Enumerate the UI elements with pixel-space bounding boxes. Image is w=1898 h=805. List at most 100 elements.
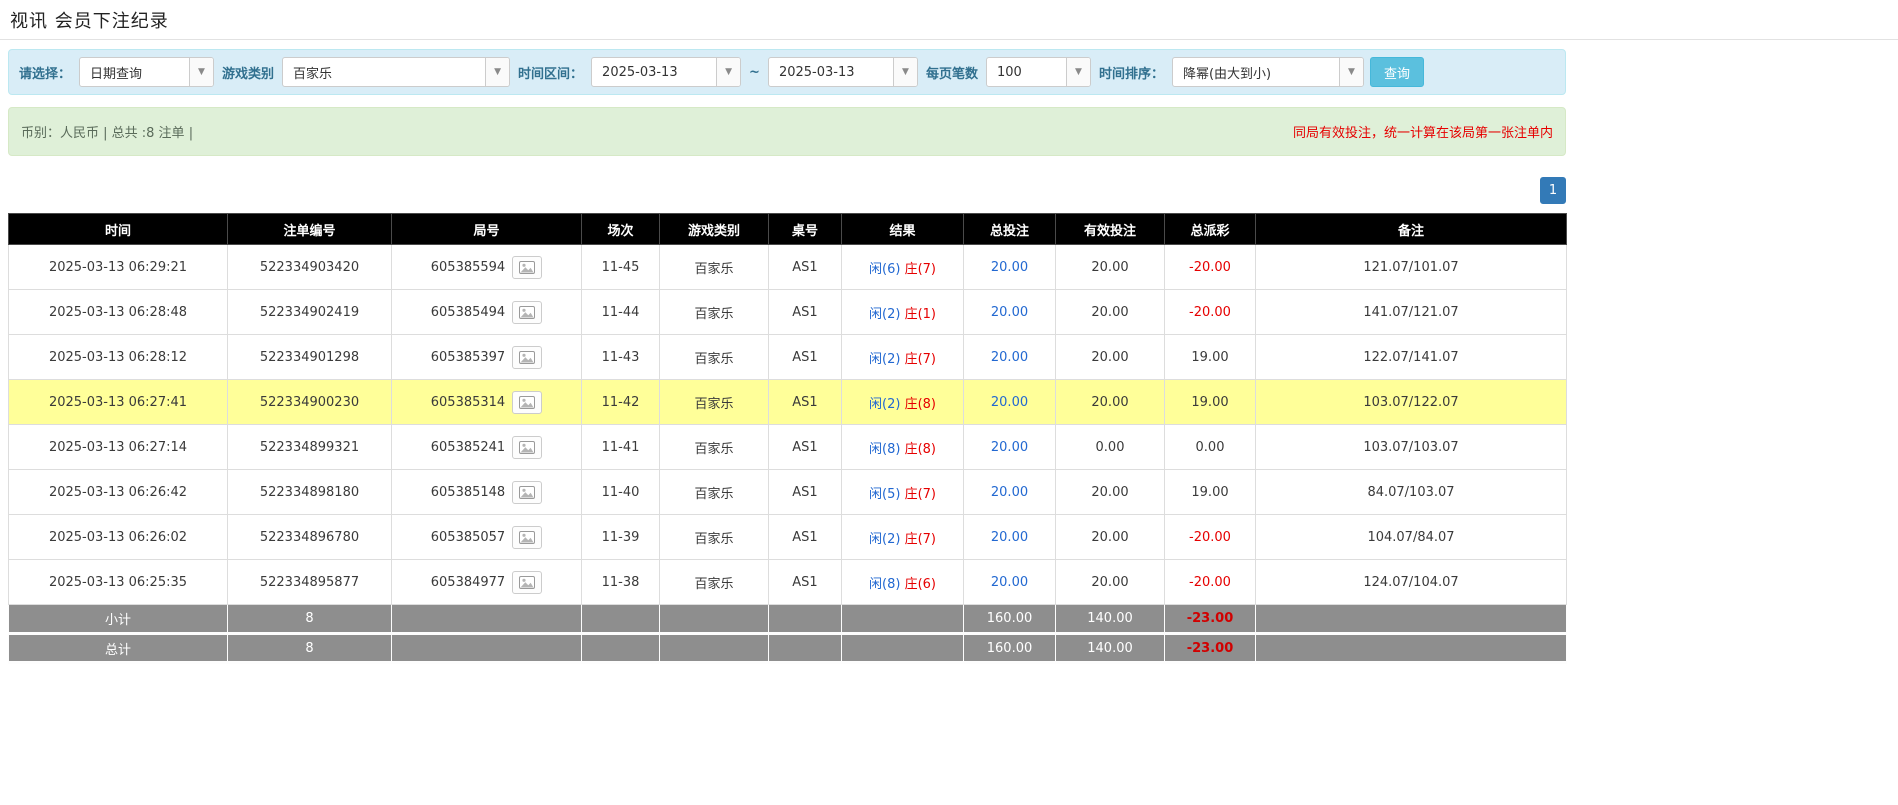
query-type-select[interactable]: 日期查询 ▼ [79, 57, 214, 87]
video-replay-button[interactable] [512, 301, 542, 324]
date-to-input[interactable]: 2025-03-13 ▼ [768, 57, 918, 87]
bet-id-cell: 522334903420 [228, 245, 392, 290]
game-type-select[interactable]: 百家乐 ▼ [282, 57, 510, 87]
valid-bet-cell: 20.00 [1056, 515, 1165, 560]
result-player: 闲(2) [869, 307, 900, 322]
summary-note: 同局有效投注，统一计算在该局第一张注单内 [1293, 122, 1553, 141]
bet-records-table: 时间注单编号局号场次游戏类别桌号结果总投注有效投注总派彩备注 2025-03-1… [8, 213, 1567, 664]
summary-text: 币别：人民币 | 总共 :8 注单 | [21, 122, 193, 141]
total-bet-cell: 20.00 [964, 335, 1056, 380]
footer-empty-cell [660, 605, 769, 634]
game-type-cell: 百家乐 [660, 335, 769, 380]
footer-payout-cell: -23.00 [1165, 605, 1256, 634]
payout-cell: 19.00 [1165, 380, 1256, 425]
video-icon [519, 261, 535, 274]
chevron-down-icon[interactable]: ▼ [1066, 58, 1090, 86]
bet-id-cell: 522334896780 [228, 515, 392, 560]
round-id: 605385057 [431, 530, 505, 545]
valid-bet-cell: 20.00 [1056, 380, 1165, 425]
video-replay-button[interactable] [512, 571, 542, 594]
round-id: 605385148 [431, 485, 505, 500]
total-bet-cell: 20.00 [964, 560, 1056, 605]
remark-cell: 124.07/104.07 [1256, 560, 1567, 605]
remark-cell: 141.07/121.07 [1256, 290, 1567, 335]
result-banker: 庄(8) [905, 397, 936, 412]
payout-cell: 0.00 [1165, 425, 1256, 470]
table-row[interactable]: 2025-03-13 06:26:02522334896780605385057… [9, 515, 1567, 560]
sort-select[interactable]: 降幂(由大到小) ▼ [1172, 57, 1364, 87]
round-id-cell: 605385594 [392, 245, 582, 290]
chevron-down-icon[interactable]: ▼ [485, 58, 509, 86]
game-type-label: 游戏类别 [220, 63, 276, 82]
footer-empty-cell [842, 634, 964, 663]
time-cell: 2025-03-13 06:27:14 [9, 425, 228, 470]
round-id-cell: 605385057 [392, 515, 582, 560]
video-replay-button[interactable] [512, 256, 542, 279]
bet-id-cell: 522334895877 [228, 560, 392, 605]
time-cell: 2025-03-13 06:28:12 [9, 335, 228, 380]
total-bet-value: 20.00 [991, 260, 1028, 275]
bet-id-cell: 522334901298 [228, 335, 392, 380]
result-cell: 闲(8) 庄(8) [842, 425, 964, 470]
video-replay-button[interactable] [512, 436, 542, 459]
result-cell: 闲(2) 庄(1) [842, 290, 964, 335]
video-icon [519, 486, 535, 499]
bet-id-cell: 522334900230 [228, 380, 392, 425]
footer-payout-cell: -23.00 [1165, 634, 1256, 663]
session-cell: 11-39 [582, 515, 660, 560]
query-button[interactable]: 查询 [1370, 57, 1424, 87]
video-icon [519, 396, 535, 409]
game-type-cell: 百家乐 [660, 245, 769, 290]
bet-id-cell: 522334898180 [228, 470, 392, 515]
remark-cell: 103.07/122.07 [1256, 380, 1567, 425]
chevron-down-icon[interactable]: ▼ [893, 58, 917, 86]
total-bet-value: 20.00 [991, 395, 1028, 410]
chevron-down-icon[interactable]: ▼ [189, 58, 213, 86]
chevron-down-icon[interactable]: ▼ [716, 58, 740, 86]
video-replay-button[interactable] [512, 346, 542, 369]
result-cell: 闲(2) 庄(7) [842, 335, 964, 380]
valid-bet-cell: 20.00 [1056, 560, 1165, 605]
table-no-cell: AS1 [769, 425, 842, 470]
table-row[interactable]: 2025-03-13 06:25:35522334895877605384977… [9, 560, 1567, 605]
column-header: 结果 [842, 214, 964, 245]
round-id-cell: 605385494 [392, 290, 582, 335]
video-replay-button[interactable] [512, 481, 542, 504]
table-header-row: 时间注单编号局号场次游戏类别桌号结果总投注有效投注总派彩备注 [9, 214, 1567, 245]
table-row[interactable]: 2025-03-13 06:29:21522334903420605385594… [9, 245, 1567, 290]
result-player: 闲(2) [869, 532, 900, 547]
column-header: 游戏类别 [660, 214, 769, 245]
time-cell: 2025-03-13 06:25:35 [9, 560, 228, 605]
result-player: 闲(8) [869, 442, 900, 457]
footer-empty-cell [842, 605, 964, 634]
table-row[interactable]: 2025-03-13 06:26:42522334898180605385148… [9, 470, 1567, 515]
result-cell: 闲(6) 庄(7) [842, 245, 964, 290]
date-from-input[interactable]: 2025-03-13 ▼ [591, 57, 741, 87]
column-header: 局号 [392, 214, 582, 245]
page-size-select[interactable]: 100 ▼ [986, 57, 1091, 87]
time-cell: 2025-03-13 06:28:48 [9, 290, 228, 335]
total-bet-value: 20.00 [991, 575, 1028, 590]
total-bet-value: 20.00 [991, 440, 1028, 455]
table-row[interactable]: 2025-03-13 06:27:14522334899321605385241… [9, 425, 1567, 470]
video-icon [519, 351, 535, 364]
bet-id-cell: 522334899321 [228, 425, 392, 470]
footer-label-cell: 总计 [9, 634, 228, 663]
game-type-cell: 百家乐 [660, 425, 769, 470]
footer-empty-cell [582, 634, 660, 663]
page-1-button[interactable]: 1 [1540, 177, 1566, 204]
table-row[interactable]: 2025-03-13 06:28:48522334902419605385494… [9, 290, 1567, 335]
table-row[interactable]: 2025-03-13 06:27:41522334900230605385314… [9, 380, 1567, 425]
video-replay-button[interactable] [512, 526, 542, 549]
video-replay-button[interactable] [512, 391, 542, 414]
session-cell: 11-43 [582, 335, 660, 380]
game-type-value: 百家乐 [283, 58, 485, 86]
chevron-down-icon[interactable]: ▼ [1339, 58, 1363, 86]
round-id-cell: 605385397 [392, 335, 582, 380]
column-header: 总投注 [964, 214, 1056, 245]
valid-bet-cell: 0.00 [1056, 425, 1165, 470]
table-row[interactable]: 2025-03-13 06:28:12522334901298605385397… [9, 335, 1567, 380]
footer-empty-cell [660, 634, 769, 663]
date-to-value: 2025-03-13 [769, 58, 893, 86]
valid-bet-cell: 20.00 [1056, 470, 1165, 515]
